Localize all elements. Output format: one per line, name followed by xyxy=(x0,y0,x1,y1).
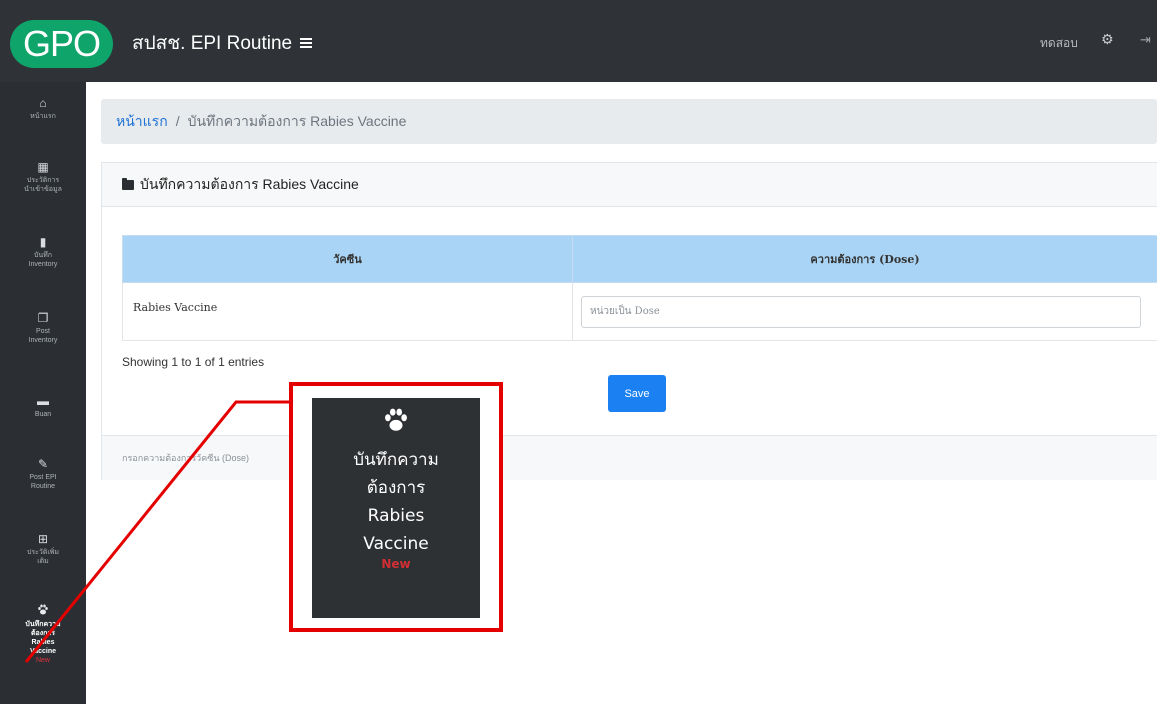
callout-line-4: Vaccine xyxy=(363,534,429,554)
sidebar-item-home[interactable]: ⌂ หน้าแรก xyxy=(0,96,86,121)
dose-table: วัคซีน ความต้องการ (Dose) Rabies Vaccine xyxy=(122,235,1157,341)
gear-icon[interactable]: ⚙ xyxy=(1101,33,1115,47)
table-header-row: วัคซีน ความต้องการ (Dose) xyxy=(122,235,1157,283)
app-title-text: สปสช. EPI Routine xyxy=(132,33,293,54)
app-title: สปสช. EPI Routine xyxy=(132,28,313,58)
trash-icon: ▮ xyxy=(39,235,47,249)
sidebar-item-import-history[interactable]: ▦ ประวัติการ นำเข้าข้อมูล xyxy=(0,160,86,194)
breadcrumb-separator: / xyxy=(175,113,180,129)
truck-icon: ▬ xyxy=(37,394,49,408)
column-header-dose[interactable]: ความต้องการ (Dose) xyxy=(572,235,1157,283)
top-navbar: GPO สปสช. EPI Routine ทดสอบ ⚙ ⇥ xyxy=(0,0,1157,82)
save-button[interactable]: Save xyxy=(608,375,666,412)
dose-cell xyxy=(572,282,1157,341)
main-content: หน้าแรก / บันทึกความต้องการ Rabies Vaccine… xyxy=(86,82,1157,704)
callout-highlight-box: บันทึกความ ต้องการ Rabies Vaccine New xyxy=(289,382,503,632)
card-header: บันทึกความต้องการ Rabies Vaccine xyxy=(102,163,1157,207)
new-badge: New xyxy=(35,657,50,664)
sitemap-icon: ⊞ xyxy=(37,532,49,546)
rabies-card: บันทึกความต้องการ Rabies Vaccine วัคซีน … xyxy=(101,162,1157,480)
sidebar-item-label: Buan xyxy=(34,411,52,418)
sidebar-item-buan[interactable]: ▬ Buan xyxy=(0,394,86,419)
card-title: บันทึกความต้องการ Rabies Vaccine xyxy=(140,175,359,192)
table-row: Rabies Vaccine xyxy=(122,282,1157,341)
breadcrumb-home-link[interactable]: หน้าแรก xyxy=(116,113,168,129)
breadcrumb-current: บันทึกความต้องการ Rabies Vaccine xyxy=(187,113,407,129)
sidebar-item-inventory[interactable]: ▮ บันทึก Inventory xyxy=(0,235,86,269)
hamburger-menu-icon[interactable] xyxy=(300,38,313,48)
callout-line-1: บันทึกความ xyxy=(353,450,439,470)
logout-icon[interactable]: ⇥ xyxy=(1140,33,1157,49)
folder-icon xyxy=(122,177,134,190)
sidebar-item-label: Post Inventory xyxy=(28,328,58,344)
callout-line-2: ต้องการ xyxy=(366,478,426,498)
sidebar-item-label: บันทึก Inventory xyxy=(28,252,58,268)
sidebar-item-rabies-vaccine[interactable]: บันทึกความ ต้องการ Rabies Vaccine New xyxy=(0,604,86,665)
breadcrumb: หน้าแรก / บันทึกความต้องการ Rabies Vaccine xyxy=(101,99,1157,144)
sidebar-item-label: ประวัติการ นำเข้าข้อมูล xyxy=(24,177,62,193)
sidebar-item-label: Post EPI Routine xyxy=(29,474,57,490)
sidebar-item-extra-history[interactable]: ⊞ ประวัติเพิ่ม เติม xyxy=(0,532,86,566)
callout-new-badge: New xyxy=(381,557,411,571)
paw-icon xyxy=(36,604,50,618)
syringe-icon: ✎ xyxy=(37,457,49,471)
dose-input[interactable] xyxy=(581,295,1141,328)
home-icon: ⌂ xyxy=(39,96,47,110)
sidebar: ⌂ หน้าแรก ▦ ประวัติการ นำเข้าข้อมูล ▮ บั… xyxy=(0,82,86,704)
sidebar-item-label: ประวัติเพิ่ม เติม xyxy=(26,549,60,565)
sidebar-item-post-inventory[interactable]: ❐ Post Inventory xyxy=(0,311,86,345)
callout-line-3: Rabies xyxy=(367,506,425,526)
user-name[interactable]: ทดสอบ xyxy=(1040,34,1078,53)
vaccine-name-cell: Rabies Vaccine xyxy=(122,282,573,341)
column-header-vaccine[interactable]: วัคซีน xyxy=(122,235,573,283)
copy-icon: ❐ xyxy=(37,311,49,325)
paw-icon xyxy=(383,408,409,434)
callout-menu-preview: บันทึกความ ต้องการ Rabies Vaccine New xyxy=(312,398,480,618)
sidebar-item-label: หน้าแรก xyxy=(30,113,56,120)
card-footer-note: กรอกความต้องการวัคซีน (Dose) xyxy=(102,435,1157,480)
entries-info: Showing 1 to 1 of 1 entries xyxy=(122,355,265,369)
gpo-logo[interactable]: GPO xyxy=(10,20,113,68)
sidebar-item-post-epi-routine[interactable]: ✎ Post EPI Routine xyxy=(0,457,86,491)
sidebar-item-label: บันทึกความ ต้องการ Rabies Vaccine xyxy=(25,621,61,655)
calendar-icon: ▦ xyxy=(37,160,49,174)
